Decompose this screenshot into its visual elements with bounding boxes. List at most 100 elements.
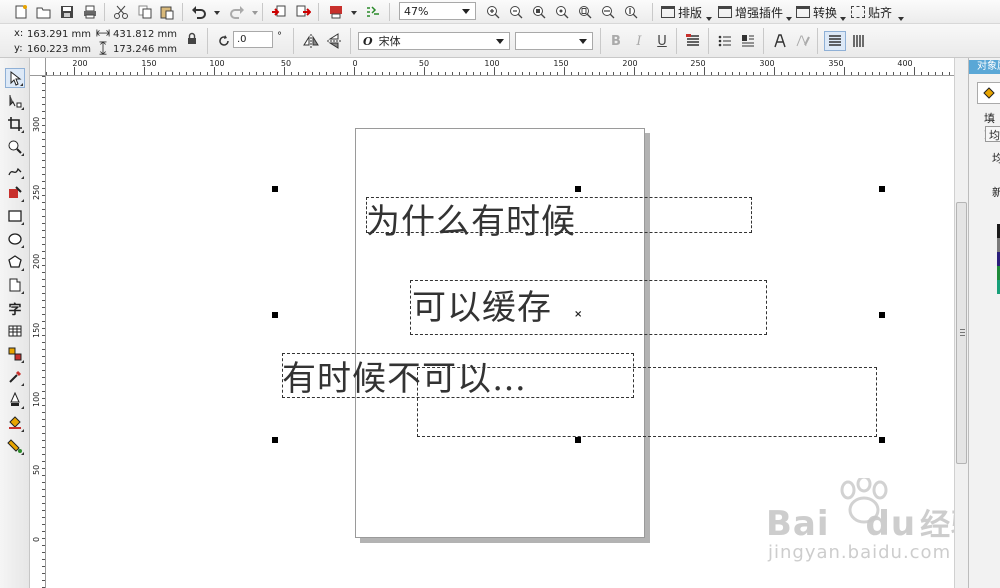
undo-dropdown-arrow-icon[interactable] — [214, 11, 220, 15]
publish-dropdown-arrow-icon[interactable] — [351, 11, 357, 15]
italic-icon[interactable]: I — [630, 32, 648, 50]
selection-handle[interactable] — [272, 437, 278, 443]
vertical-text-icon[interactable] — [850, 32, 868, 50]
lock-ratio-icon[interactable] — [183, 30, 201, 48]
selection-handle[interactable] — [879, 312, 885, 318]
canvas-text[interactable]: 为什么有时候 — [366, 194, 576, 243]
font-family-dropdown[interactable]: O 宋体 — [358, 32, 510, 50]
redo-dropdown-arrow-icon[interactable] — [252, 11, 258, 15]
ruler-tick — [123, 72, 124, 75]
vertical-ruler[interactable]: 300 250 200 150 100 50 0 — [30, 76, 46, 588]
zoom-all-objects-icon[interactable] — [553, 3, 571, 21]
ruler-tick — [452, 72, 453, 75]
rectangle-tool-icon[interactable] — [5, 206, 25, 226]
horizontal-text-icon[interactable] — [824, 31, 846, 51]
paste-icon[interactable] — [158, 3, 176, 21]
edit-text-icon[interactable] — [794, 32, 812, 50]
crop-tool-icon[interactable] — [5, 114, 25, 134]
selection-handle[interactable] — [879, 186, 885, 192]
zoom-level-dropdown[interactable]: 47% — [399, 2, 476, 20]
outline-pen-tool-icon[interactable] — [5, 390, 25, 410]
zoom-in-icon[interactable] — [484, 3, 502, 21]
bold-icon[interactable]: B — [607, 32, 625, 50]
ruler-tick — [42, 132, 45, 133]
horizontal-ruler[interactable]: 200 150 100 50 0 50 100 150 200 250 300 … — [46, 58, 954, 76]
selection-center-icon[interactable]: × — [574, 309, 582, 320]
export-icon[interactable] — [294, 3, 312, 21]
redo-icon[interactable] — [228, 3, 246, 21]
ruler-tick — [361, 72, 362, 75]
scrollbar-thumb[interactable] — [956, 202, 967, 464]
rotation-angle-field[interactable]: .0 — [233, 31, 273, 48]
ruler-tick — [312, 72, 313, 75]
menu-plugins-arrow-icon[interactable] — [786, 17, 792, 21]
text-tool-icon[interactable]: 字 — [5, 298, 25, 318]
table-tool-icon[interactable] — [5, 321, 25, 341]
eyedropper-tool-icon[interactable] — [5, 367, 25, 387]
drawing-canvas[interactable]: 为什么有时候 可以缓存 有时候不可以… × Baidu经验 jingyan.ba… — [46, 76, 954, 588]
character-formatting-icon[interactable] — [771, 32, 789, 50]
mirror-vertical-icon[interactable] — [325, 32, 343, 50]
selection-handle[interactable] — [272, 186, 278, 192]
bullet-list-icon[interactable] — [716, 32, 734, 50]
polygon-tool-icon[interactable] — [5, 252, 25, 272]
freehand-tool-icon[interactable] — [5, 160, 25, 180]
fill-tab[interactable] — [977, 82, 1000, 104]
shape-tool-icon[interactable] — [5, 91, 25, 111]
zoom-page-height-icon[interactable] — [622, 3, 640, 21]
fill-type-dropdown[interactable]: 均 — [985, 126, 1000, 142]
menu-layout-button[interactable]: 排版 — [661, 3, 702, 21]
text-alignment-icon[interactable] — [684, 32, 702, 50]
new-document-icon[interactable] — [12, 3, 30, 21]
cut-icon[interactable] — [112, 3, 130, 21]
underline-icon[interactable]: U — [653, 32, 671, 50]
save-icon[interactable] — [58, 3, 76, 21]
watermark-brand: Baidu经验 — [766, 500, 954, 544]
menu-convert-arrow-icon[interactable] — [840, 17, 846, 21]
publish-pdf-icon[interactable] — [327, 3, 345, 21]
basic-shapes-tool-icon[interactable] — [5, 275, 25, 295]
pick-tool-icon[interactable] — [5, 68, 25, 88]
zoom-selected-icon[interactable] — [530, 3, 548, 21]
ruler-origin-corner[interactable] — [30, 58, 46, 76]
docker-title[interactable]: 对象属 — [969, 60, 1000, 74]
menu-convert-button[interactable]: 转换 — [796, 3, 837, 21]
selection-handle[interactable] — [272, 312, 278, 318]
zoom-page-width-icon[interactable] — [599, 3, 617, 21]
height-icon — [96, 41, 110, 55]
copy-icon[interactable] — [136, 3, 154, 21]
canvas-text[interactable]: 可以缓存 — [412, 280, 552, 329]
menu-snap-button[interactable]: 贴齐 — [851, 3, 892, 21]
vertical-scrollbar[interactable] — [954, 58, 968, 588]
ruler-tick — [760, 72, 761, 75]
menu-snap-arrow-icon[interactable] — [898, 17, 904, 21]
separator — [207, 28, 208, 54]
interactive-fill-tool-icon[interactable] — [5, 436, 25, 456]
zoom-page-icon[interactable] — [576, 3, 594, 21]
import-icon[interactable] — [270, 3, 288, 21]
y-position-label: y: — [14, 43, 23, 54]
mirror-horizontal-icon[interactable] — [302, 32, 320, 50]
application-launcher-icon[interactable] — [364, 3, 382, 21]
font-size-dropdown[interactable] — [515, 32, 593, 50]
selection-handle[interactable] — [575, 437, 581, 443]
undo-icon[interactable] — [190, 3, 208, 21]
height-field[interactable]: 173.246 mm — [110, 41, 178, 58]
drop-cap-icon[interactable] — [739, 32, 757, 50]
fill-tool-icon[interactable] — [5, 413, 25, 433]
zoom-tool-icon[interactable] — [5, 137, 25, 157]
print-icon[interactable] — [81, 3, 99, 21]
open-folder-icon[interactable] — [35, 3, 53, 21]
ruler-tick — [42, 531, 45, 532]
selection-handle[interactable] — [879, 437, 885, 443]
menu-layout-arrow-icon[interactable] — [706, 17, 712, 21]
selection-handle[interactable] — [575, 186, 581, 192]
blend-tool-icon[interactable] — [5, 344, 25, 364]
smart-fill-tool-icon[interactable] — [5, 183, 25, 203]
text-frame[interactable] — [417, 367, 877, 437]
zoom-out-icon[interactable] — [507, 3, 525, 21]
separator — [293, 28, 294, 54]
ellipse-tool-icon[interactable] — [5, 229, 25, 249]
y-position-field[interactable]: 160.223 mm — [24, 41, 92, 58]
menu-plugins-button[interactable]: 增强插件 — [718, 3, 783, 21]
